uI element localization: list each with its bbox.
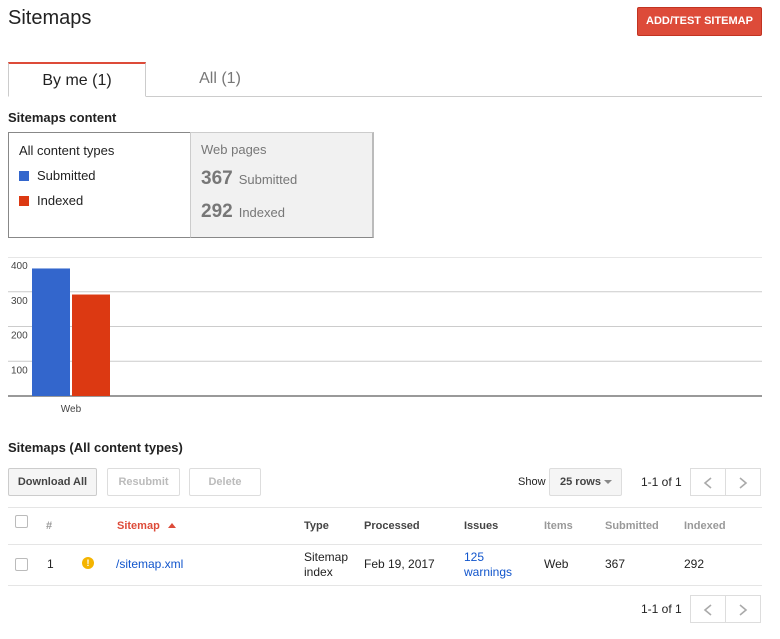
row-type-line2: index [304, 565, 333, 579]
web-pages-indexed-stat: 292 Indexed [201, 201, 285, 223]
prev-page-button[interactable] [690, 468, 726, 496]
chevron-right-icon [739, 604, 748, 616]
indexed-color-swatch [19, 196, 29, 206]
next-page-button[interactable] [725, 468, 761, 496]
col-header-issues[interactable]: Issues [464, 520, 498, 532]
col-header-processed[interactable]: Processed [364, 520, 420, 532]
row-submitted: 367 [605, 557, 626, 571]
table-header-divider [8, 544, 762, 545]
next-page-button-bottom[interactable] [725, 595, 761, 623]
show-label: Show [518, 476, 546, 488]
tab-bar: By me (1) All (1) [8, 62, 762, 97]
col-header-sitemap[interactable]: Sitemap [117, 520, 176, 532]
legend-submitted-label: Submitted [37, 168, 96, 183]
web-pages-title: Web pages [201, 142, 267, 157]
col-header-items: Items [544, 520, 573, 532]
col-header-type[interactable]: Type [304, 520, 329, 532]
row-processed: Feb 19, 2017 [364, 557, 435, 571]
page-title: Sitemaps [8, 7, 92, 29]
legend-indexed[interactable]: Indexed [19, 193, 83, 208]
resubmit-button[interactable]: Resubmit [107, 468, 180, 496]
indexed-label: Indexed [238, 205, 285, 220]
chevron-left-icon [703, 604, 712, 616]
row-type-line1: Sitemap [304, 550, 349, 564]
table-bottom-divider [8, 585, 762, 586]
submitted-color-swatch [19, 171, 29, 181]
row-issues-count-link[interactable]: 125 [464, 550, 484, 564]
web-pages-submitted-stat: 367 Submitted [201, 168, 297, 190]
download-all-button[interactable]: Download All [8, 468, 97, 496]
web-pages-panel[interactable]: Web pages 367 Submitted 292 Indexed [190, 132, 374, 238]
row-issues-warnings-link[interactable]: warnings [464, 565, 512, 579]
chevron-right-icon [739, 477, 748, 489]
filter-title: All content types [19, 143, 115, 158]
row-number: 1 [47, 557, 54, 571]
row-indexed: 292 [684, 557, 705, 571]
sitemap-chart: 100 200 300 400 Web [8, 257, 762, 417]
legend-submitted[interactable]: Submitted [19, 168, 96, 183]
rows-per-page-value: 25 rows [560, 476, 601, 488]
submitted-label: Submitted [238, 172, 298, 187]
x-tick-label: Web [61, 404, 82, 415]
sitemaps-table-heading: Sitemaps (All content types) [8, 440, 183, 455]
bar-indexed[interactable] [72, 294, 110, 396]
col-header-indexed: Indexed [684, 520, 726, 532]
legend-indexed-label: Indexed [37, 193, 84, 208]
submitted-count: 367 [201, 168, 233, 189]
sort-ascending-icon [167, 523, 176, 528]
col-header-submitted: Submitted [605, 520, 659, 532]
y-tick-label: 100 [11, 365, 28, 376]
bar-submitted[interactable] [32, 268, 70, 396]
col-header-sitemap-label: Sitemap [117, 520, 160, 532]
table-top-divider [8, 507, 762, 508]
bar-chart-svg: 100 200 300 400 Web [8, 257, 762, 415]
chevron-left-icon [703, 477, 712, 489]
indexed-count: 292 [201, 201, 233, 222]
delete-button[interactable]: Delete [189, 468, 261, 496]
select-all-checkbox[interactable] [15, 515, 28, 528]
warning-icon: ! [82, 557, 94, 569]
tab-by-me[interactable]: By me (1) [8, 62, 146, 97]
content-type-filter[interactable]: All content types Submitted Indexed [8, 132, 190, 238]
sitemap-link[interactable]: /sitemap.xml [116, 557, 183, 571]
y-tick-label: 400 [11, 261, 28, 272]
y-tick-label: 200 [11, 331, 28, 342]
chevron-down-icon [604, 480, 612, 484]
pager-range-top: 1-1 of 1 [641, 475, 682, 489]
col-header-num: # [46, 520, 53, 532]
row-items: Web [544, 557, 569, 571]
pager-range-bottom: 1-1 of 1 [641, 602, 682, 616]
tab-all[interactable]: All (1) [146, 62, 294, 97]
sitemaps-content-heading: Sitemaps content [8, 110, 117, 125]
y-tick-label: 300 [11, 296, 28, 307]
add-test-sitemap-button[interactable]: ADD/TEST SITEMAP [637, 7, 762, 36]
row-checkbox[interactable] [15, 558, 28, 571]
prev-page-button-bottom[interactable] [690, 595, 726, 623]
rows-per-page-select[interactable]: 25 rows [549, 468, 622, 496]
